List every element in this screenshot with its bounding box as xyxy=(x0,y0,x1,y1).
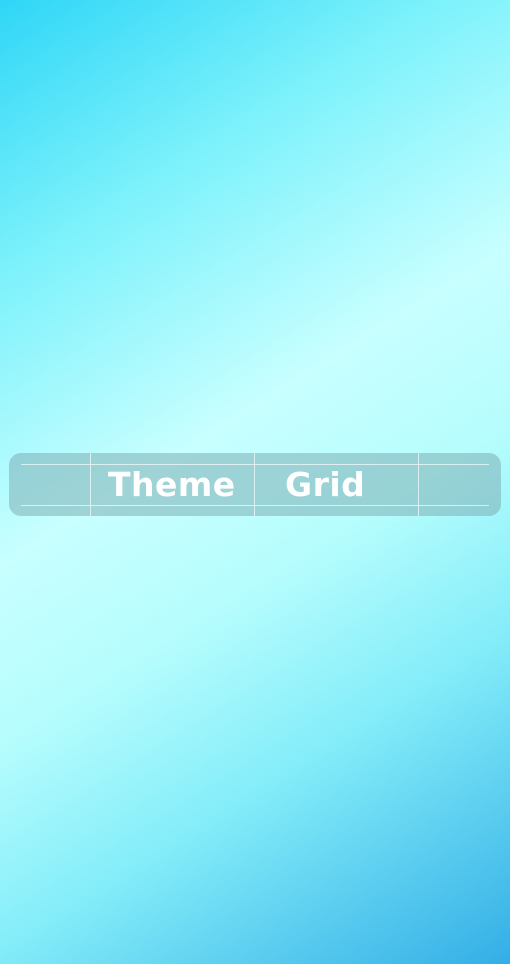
theme-grid-title-bar: Theme Grid xyxy=(9,453,501,516)
grid-line-vertical-2 xyxy=(254,453,255,516)
grid-line-vertical-3 xyxy=(418,453,419,516)
title-word-grid: Grid xyxy=(285,465,366,504)
grid-line-vertical-1 xyxy=(90,453,91,516)
title-word-theme: Theme xyxy=(108,465,236,504)
